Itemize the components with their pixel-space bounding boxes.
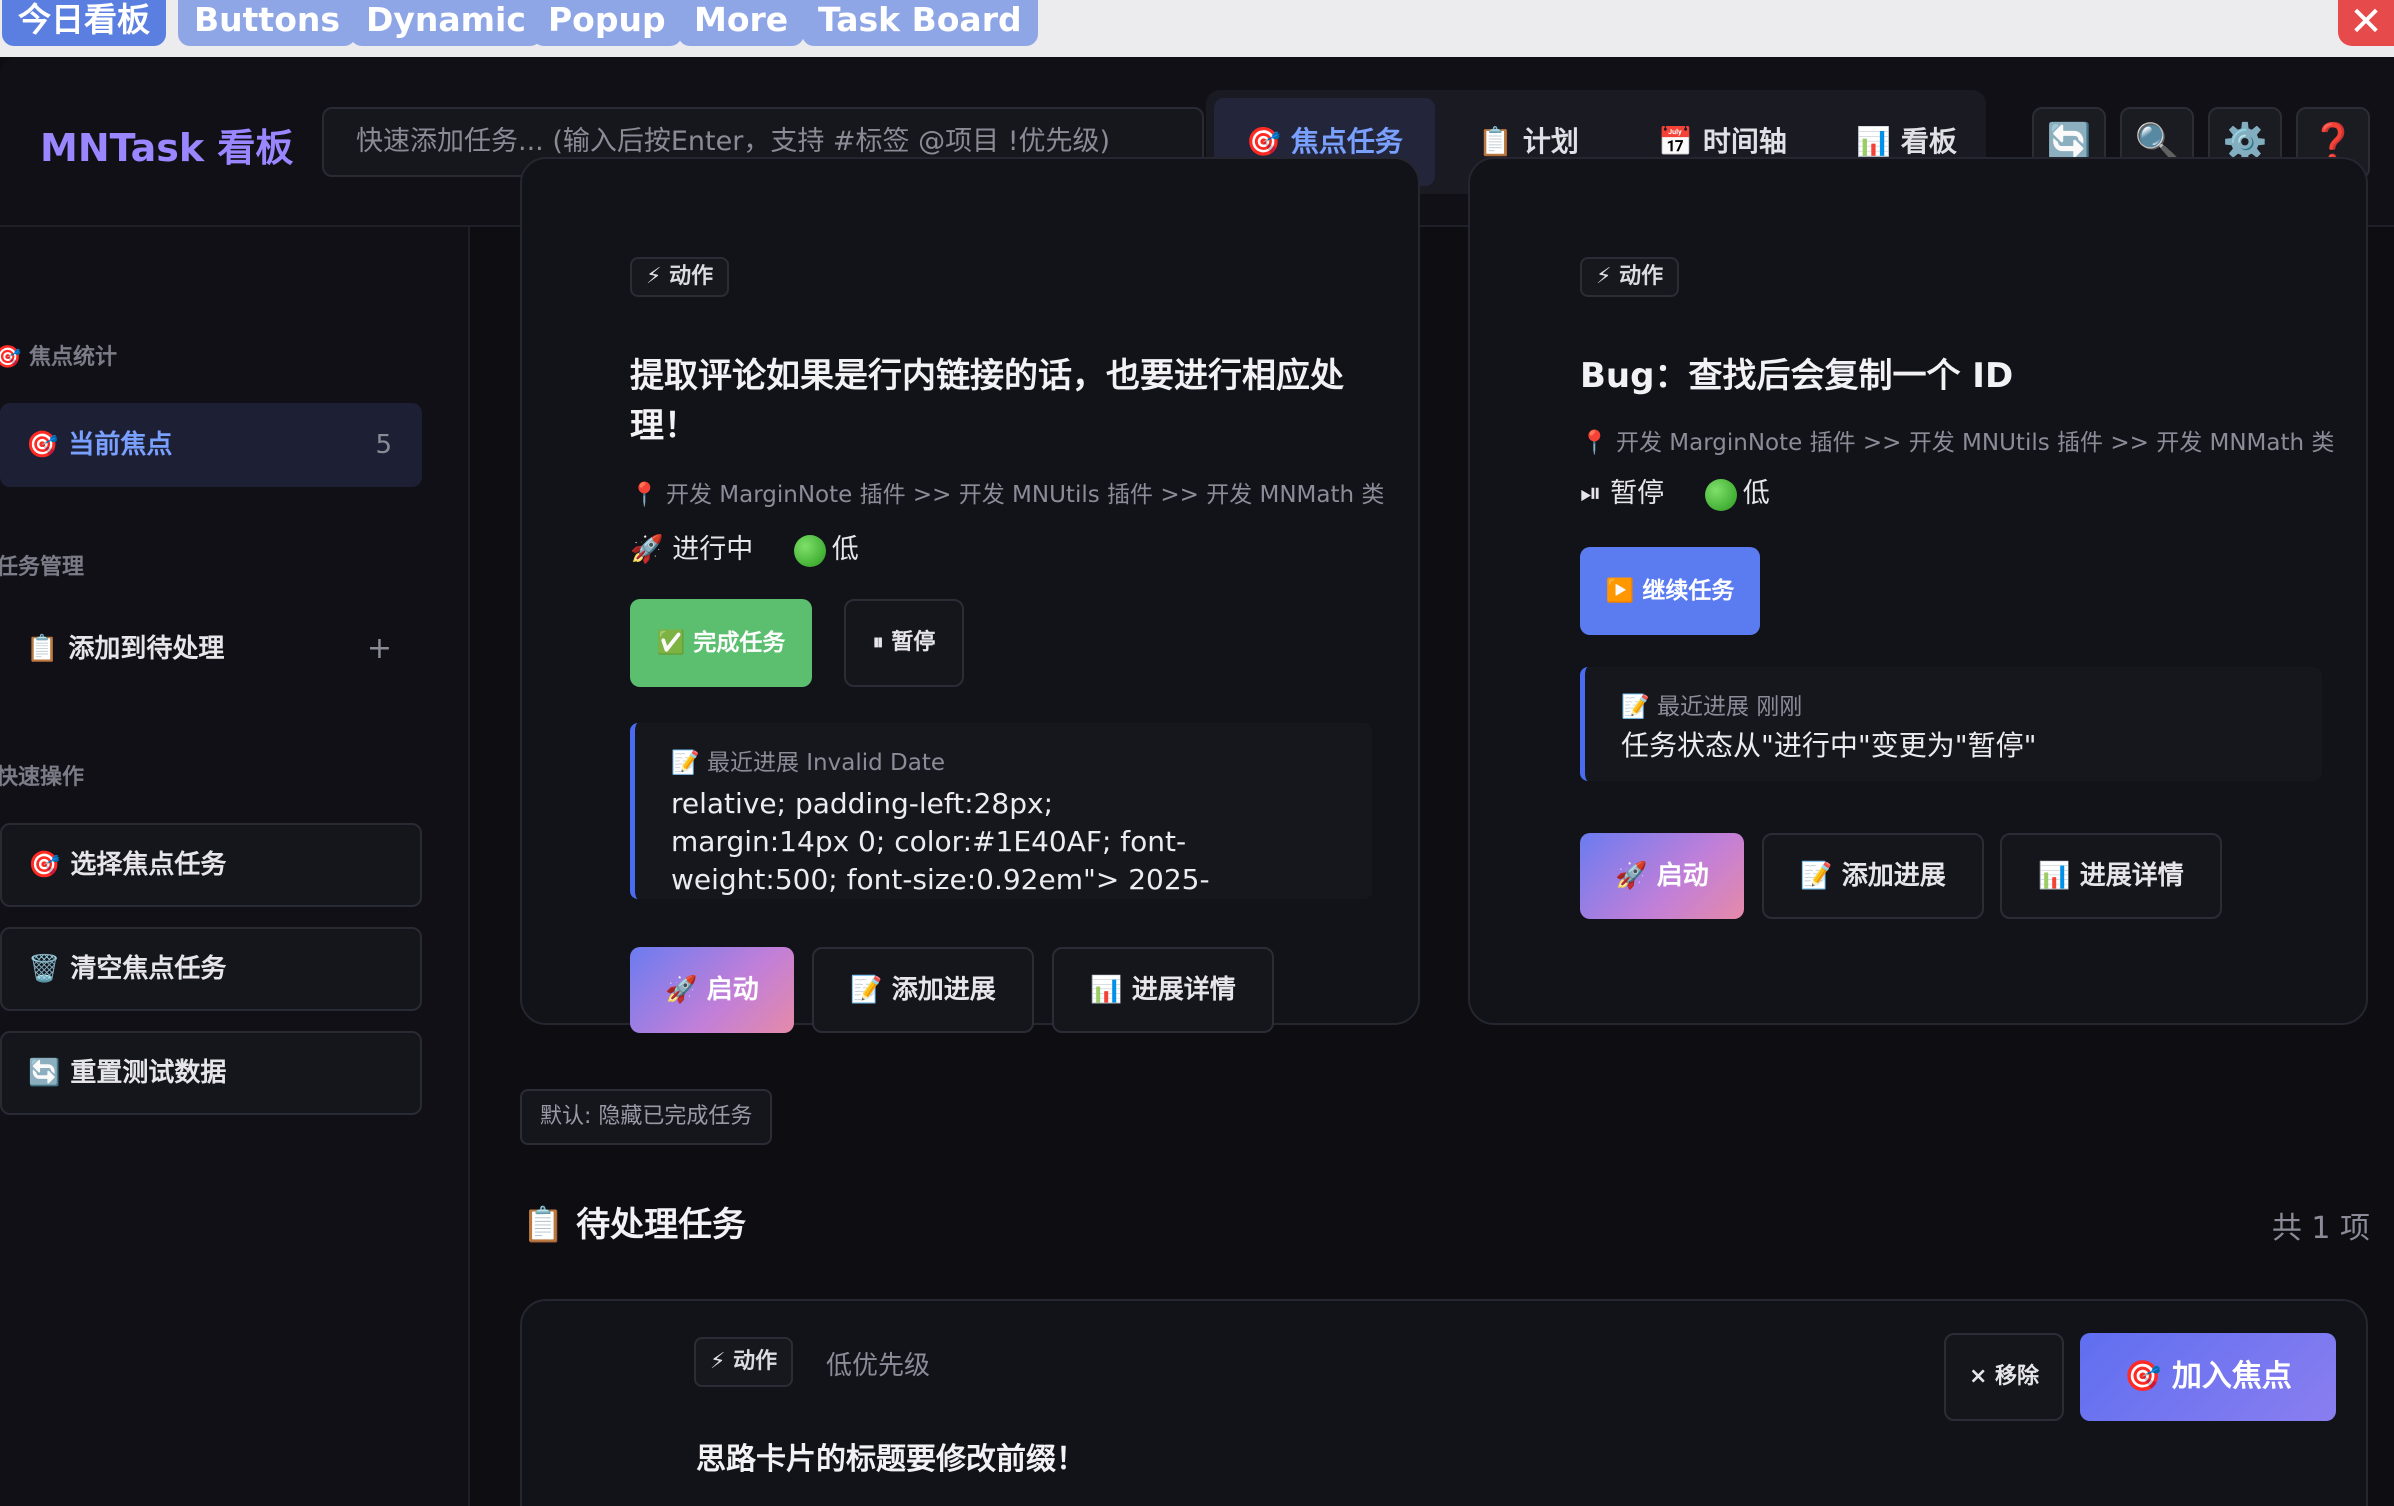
remove-button[interactable]: × 移除 [1944, 1333, 2064, 1421]
clipboard-icon: 📋 [26, 634, 59, 664]
pending-task-card: ⚡ 动作 低优先级 思路卡片的标题要修改前缀！ × 移除 🎯 加入焦点 [520, 1299, 2368, 1506]
tab-more[interactable]: More [678, 0, 805, 46]
start-button[interactable]: 🚀 启动 [630, 947, 794, 1033]
status-line: 🚀 进行中 低 [630, 527, 859, 567]
target-icon: 🎯 [28, 850, 61, 880]
tab-buttons[interactable]: Buttons [178, 0, 357, 46]
add-to-focus-button[interactable]: 🎯 加入焦点 [2080, 1333, 2336, 1421]
task-title: Bug：查找后会复制一个 ID [1580, 356, 2014, 396]
pause-button[interactable]: ⏸ 暂停 [844, 599, 964, 687]
progress-label: 📝 最近进展 [671, 750, 799, 776]
button-label: 选择焦点任务 [70, 850, 227, 880]
progress-text: relative; padding-left:28px; margin:14px… [671, 787, 1210, 896]
priority-dot-icon [1704, 478, 1737, 511]
tab-label: 看板 [1900, 125, 1957, 158]
complete-task-button[interactable]: ✅ 完成任务 [630, 599, 812, 687]
tab-strip: 今日看板 Buttons Dynamic Popup More Task Boa… [0, 0, 2394, 57]
reset-test-data-button[interactable]: 🔄 重置测试数据 [0, 1031, 422, 1115]
project-path: 📍 开发 MarginNote 插件 >> 开发 MNUtils 插件 >> 开… [1580, 430, 2335, 456]
status-running: 🚀 进行中 [630, 534, 754, 565]
sidebar-item-current-focus[interactable]: 🎯 当前焦点 5 [0, 403, 422, 487]
task-title: 思路卡片的标题要修改前缀！ [696, 1442, 1086, 1477]
progress-detail-button[interactable]: 📊 进展详情 [1052, 947, 1274, 1033]
pending-count: 共 1 项 [2271, 1211, 2370, 1246]
task-card: ⚡ 动作 Bug：查找后会复制一个 ID 📍 开发 MarginNote 插件 … [1468, 157, 2368, 1025]
tab-label: 时间轴 [1702, 125, 1787, 158]
priority-label: 低 [831, 534, 859, 565]
status-paused: ⏯ 暂停 [1580, 478, 1665, 509]
tab-label: 焦点任务 [1290, 125, 1403, 158]
close-icon[interactable]: ✕ [2338, 0, 2394, 46]
status-line: ⏯ 暂停 低 [1580, 471, 1770, 511]
progress-header: 📝 最近进展 Invalid Date [671, 743, 945, 777]
app-window: MNTask 看板 快速添加任务... (输入后按Enter，支持 #标签 @项… [0, 57, 2394, 1506]
priority-text: 低优先级 [826, 1351, 931, 1381]
type-tag: ⚡ 动作 [1580, 257, 1680, 297]
tab-task-board[interactable]: Task Board [802, 0, 1038, 46]
continue-task-button[interactable]: ▶️ 继续任务 [1580, 547, 1760, 635]
pending-section-title: 📋 待处理任务 [522, 1205, 747, 1245]
priority-dot-icon [793, 534, 826, 567]
trash-icon: 🗑️ [28, 954, 61, 984]
tab-today-board[interactable]: 今日看板 [2, 0, 166, 46]
project-path: 📍 开发 MarginNote 插件 >> 开发 MNUtils 插件 >> 开… [630, 482, 1385, 508]
app-logo: MNTask 看板 [40, 126, 294, 170]
progress-time: 刚刚 [1756, 694, 1803, 720]
type-tag: ⚡ 动作 [694, 1337, 794, 1387]
tab-popup[interactable]: Popup [532, 0, 682, 46]
recent-progress: 📝 最近进展 刚刚 任务状态从"进行中"变更为"暂停" [1580, 667, 2322, 781]
task-card: ⚡ 动作 提取评论如果是行内链接的话，也要进行相应处理！ 📍 开发 Margin… [520, 157, 1420, 1033]
priority-label: 低 [1742, 478, 1770, 509]
progress-label: 📝 最近进展 [1621, 694, 1749, 720]
tab-dynamic[interactable]: Dynamic [350, 0, 542, 46]
progress-header: 📝 最近进展 刚刚 [1621, 687, 1802, 721]
sidebar: 🎯 焦点统计 🎯 当前焦点 5 任务管理 📋 添加到待处理 + 快速操作 🎯 选择焦点… [0, 227, 470, 1506]
add-progress-button[interactable]: 📝 添加进展 [1762, 833, 1984, 919]
tab-label: 计划 [1522, 125, 1579, 158]
recent-progress: 📝 最近进展 Invalid Date relative; padding-le… [630, 723, 1372, 899]
sidebar-item-add-pending[interactable]: 📋 添加到待处理 + [0, 607, 422, 691]
progress-text: 任务状态从"进行中"变更为"暂停" [1621, 729, 2037, 762]
focus-count: 5 [375, 430, 392, 460]
sidebar-item-label: 添加到待处理 [68, 634, 225, 664]
select-focus-task-button[interactable]: 🎯 选择焦点任务 [0, 823, 422, 907]
refresh-icon: 🔄 [28, 1058, 61, 1088]
sidebar-item-label: 当前焦点 [68, 430, 173, 460]
button-label: 重置测试数据 [70, 1058, 227, 1088]
default-filter-note[interactable]: 默认: 隐藏已完成任务 [520, 1089, 773, 1145]
section-quick-actions: 快速操作 [0, 765, 85, 790]
plus-icon[interactable]: + [367, 607, 392, 691]
target-icon: 🎯 [26, 430, 59, 460]
add-progress-button[interactable]: 📝 添加进展 [812, 947, 1034, 1033]
type-tag: ⚡ 动作 [630, 257, 730, 297]
progress-detail-button[interactable]: 📊 进展详情 [2000, 833, 2222, 919]
progress-time: Invalid Date [806, 750, 945, 776]
task-title: 提取评论如果是行内链接的话，也要进行相应处理！ [630, 356, 1344, 446]
button-label: 清空焦点任务 [70, 954, 227, 984]
section-focus-stats: 🎯 焦点统计 [0, 345, 118, 370]
section-task-management: 任务管理 [0, 555, 85, 580]
clear-focus-tasks-button[interactable]: 🗑️ 清空焦点任务 [0, 927, 422, 1011]
start-button[interactable]: 🚀 启动 [1580, 833, 1744, 919]
